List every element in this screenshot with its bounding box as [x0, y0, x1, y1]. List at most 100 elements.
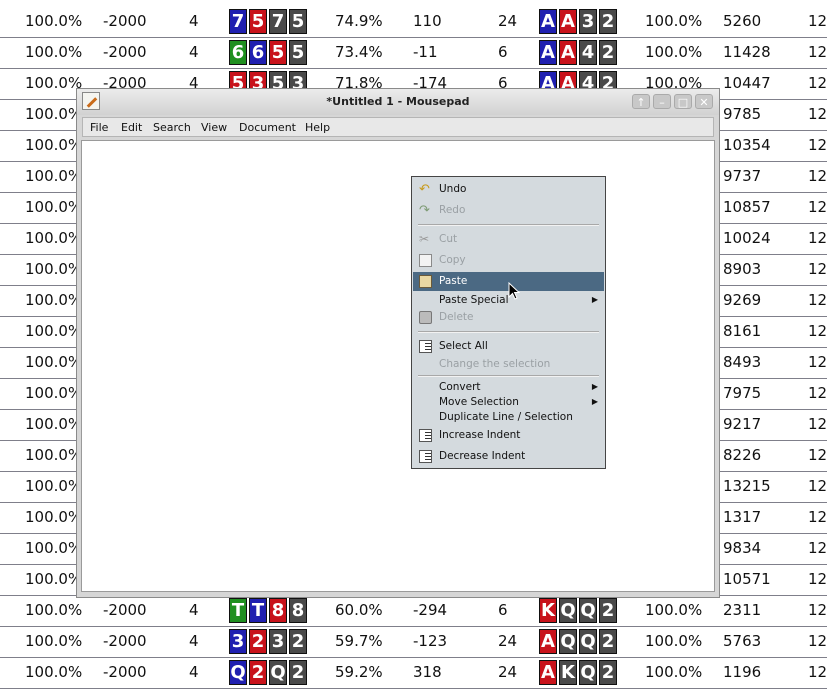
playing-card: A	[539, 9, 557, 34]
table-cell: 9785	[723, 105, 762, 123]
window-up-icon[interactable]: ↑	[632, 94, 650, 109]
table-cell: 100.0%	[645, 43, 703, 61]
table-cell: 318	[413, 663, 442, 681]
menu-file[interactable]: File	[90, 121, 108, 134]
table-row: 100.0% -2000 4 59.2% 318 24 100.0% 1196 12 Q 2 Q 2 A K…	[0, 657, 827, 689]
card-hand: AQQ2	[539, 629, 617, 654]
table-cell: 6	[498, 43, 508, 61]
table-cell: 12	[808, 384, 827, 402]
playing-card: 7	[229, 9, 247, 34]
playing-card: K	[559, 660, 577, 685]
table-cell: -123	[413, 632, 448, 650]
redo-icon: ↷	[419, 203, 430, 218]
minimize-button[interactable]: –	[653, 94, 671, 109]
table-cell: 8161	[723, 322, 762, 340]
playing-card: T	[229, 598, 247, 623]
table-cell: 12	[808, 291, 827, 309]
table-cell: 12	[808, 198, 827, 216]
table-row: 100.0% -2000 4 74.9% 110 24 100.0% 5260 12 7 5 7 5 A A…	[0, 6, 827, 38]
playing-card: Q	[579, 598, 597, 623]
table-cell: 100.0%	[25, 663, 83, 681]
table-cell: 24	[498, 663, 518, 681]
table-cell: 10447	[723, 74, 771, 92]
playing-card: 2	[289, 629, 307, 654]
playing-card: A	[539, 629, 557, 654]
table-cell: 10354	[723, 136, 771, 154]
mousepad-window[interactable]: *Untitled 1 - Mousepad ↑ – □ ✕ File Edit…	[76, 88, 720, 598]
maximize-button[interactable]: □	[674, 94, 692, 109]
increase-indent-icon	[419, 429, 432, 442]
table-cell: 100.0%	[645, 601, 703, 619]
table-cell: 100.0%	[645, 632, 703, 650]
table-cell: 100.0%	[25, 353, 83, 371]
window-title: *Untitled 1 - Mousepad	[326, 95, 470, 108]
menu-item-decrease-indent[interactable]: Decrease Indent	[413, 447, 604, 466]
table-cell: 100.0%	[25, 105, 83, 123]
playing-card: Q	[579, 660, 597, 685]
card-hand: 6655	[229, 40, 307, 65]
playing-card: 2	[599, 629, 617, 654]
title-bar[interactable]: *Untitled 1 - Mousepad ↑ – □ ✕	[77, 89, 719, 115]
decrease-indent-icon	[419, 450, 432, 463]
table-row: 100.0% -2000 4 59.7% -123 24 100.0% 5763 12 3 2 3 2 A…	[0, 626, 827, 658]
menu-item-undo[interactable]: ↶ Undo	[413, 180, 604, 199]
menu-edit[interactable]: Edit	[121, 121, 142, 134]
table-cell: 100.0%	[25, 167, 83, 185]
text-editor-area[interactable]	[81, 140, 715, 592]
table-cell: 1196	[723, 663, 762, 681]
table-cell: 10857	[723, 198, 771, 216]
card-hand: AKQ2	[539, 660, 617, 685]
table-cell: -294	[413, 601, 448, 619]
playing-card: 2	[249, 629, 267, 654]
menu-view[interactable]: View	[201, 121, 227, 134]
menu-item-select-all[interactable]: Select All	[413, 337, 604, 356]
playing-card: 3	[269, 629, 287, 654]
table-cell: 13215	[723, 477, 771, 495]
playing-card: 3	[579, 9, 597, 34]
playing-card: 8	[269, 598, 287, 623]
table-cell: 4	[189, 632, 199, 650]
menu-item-cut: ✂ Cut	[419, 232, 458, 246]
playing-card: 5	[289, 9, 307, 34]
playing-card: 2	[289, 660, 307, 685]
submenu-arrow-icon: ▶	[591, 397, 598, 406]
table-cell: -2000	[103, 663, 147, 681]
table-cell: 8903	[723, 260, 762, 278]
menu-item-duplicate[interactable]: Duplicate Line / Selection	[413, 408, 604, 427]
table-cell: 4	[189, 12, 199, 30]
scissors-icon: ✂	[419, 232, 430, 246]
table-cell: 100.0%	[25, 291, 83, 309]
card-hand: KQQ2	[539, 598, 617, 623]
table-cell: 100.0%	[25, 477, 83, 495]
table-cell: 12	[808, 12, 827, 30]
table-cell: 100.0%	[25, 570, 83, 588]
trash-icon	[419, 311, 432, 324]
playing-card: 2	[599, 598, 617, 623]
table-cell: 12	[808, 322, 827, 340]
copy-icon	[419, 254, 432, 267]
menu-search[interactable]: Search	[153, 121, 191, 134]
menu-help[interactable]: Help	[305, 121, 330, 134]
table-cell: 5763	[723, 632, 762, 650]
menu-item-delete: Delete	[413, 308, 604, 327]
close-button[interactable]: ✕	[695, 94, 713, 109]
table-cell: 24	[498, 632, 518, 650]
playing-card: A	[559, 40, 577, 65]
playing-card: 2	[599, 40, 617, 65]
table-cell: 100.0%	[25, 446, 83, 464]
playing-card: 5	[289, 40, 307, 65]
table-cell: 12	[808, 539, 827, 557]
table-cell: 12	[808, 353, 827, 371]
undo-icon: ↶	[419, 182, 430, 197]
table-cell: -11	[413, 43, 438, 61]
playing-card: 5	[269, 40, 287, 65]
table-cell: 8226	[723, 446, 762, 464]
table-cell: 100.0%	[25, 12, 83, 30]
table-cell: 12	[808, 508, 827, 526]
menu-document[interactable]: Document	[239, 121, 296, 134]
playing-card: 2	[249, 660, 267, 685]
table-cell: 12	[808, 74, 827, 92]
playing-card: Q	[559, 629, 577, 654]
table-cell: 9834	[723, 539, 762, 557]
menu-item-increase-indent[interactable]: Increase Indent	[413, 426, 604, 445]
